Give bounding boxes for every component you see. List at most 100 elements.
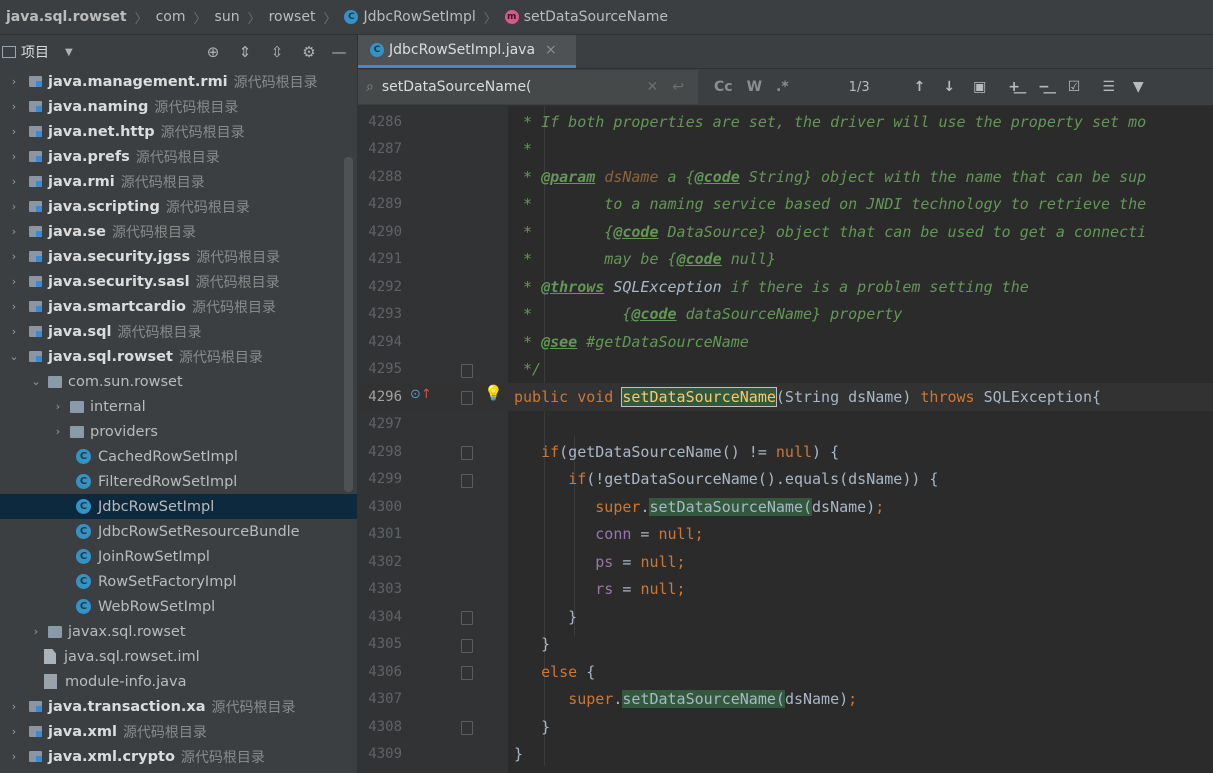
tree-item[interactable]: › java.smartcardio 源代码根目录 <box>0 294 357 319</box>
tree-item[interactable]: › java.security.jgss 源代码根目录 <box>0 244 357 269</box>
chevron-right-icon[interactable]: › <box>30 625 42 638</box>
tree-item[interactable]: C JoinRowSetImpl <box>0 544 357 569</box>
filter-icon[interactable]: ▼ <box>1133 79 1144 95</box>
code-line[interactable]: 4286 * If both properties are set, the d… <box>358 108 1213 136</box>
override-icon[interactable]: ⊙↑ <box>410 387 432 402</box>
find-input[interactable]: ⌕ setDataSourceName( ✕ ↩ <box>358 70 698 104</box>
close-tab-icon[interactable]: × <box>545 42 557 58</box>
code-editor[interactable]: 4286 * If both properties are set, the d… <box>358 106 1213 773</box>
code-line[interactable]: 4288 * @param dsName a {@code String} ob… <box>358 163 1213 191</box>
chevron-right-icon[interactable]: › <box>8 300 20 313</box>
code-line[interactable]: 4287 * <box>358 136 1213 164</box>
new-line-icon[interactable]: ↩ <box>672 79 684 95</box>
tree-item[interactable]: › java.prefs 源代码根目录 <box>0 144 357 169</box>
code-line[interactable]: 4307 super.setDataSourceName(dsName); <box>358 686 1213 714</box>
chevron-right-icon[interactable]: › <box>8 125 20 138</box>
tree-item[interactable]: C WebRowSetImpl <box>0 594 357 619</box>
tree-item[interactable]: ⌄ java.sql.rowset 源代码根目录 <box>0 344 357 369</box>
tree-item[interactable]: java.sql.rowset.iml <box>0 644 357 669</box>
remove-occurrence-icon[interactable]: −͟ <box>1038 79 1050 95</box>
chevron-down-icon[interactable]: ⌄ <box>30 375 42 388</box>
gear-icon[interactable]: ⚙ <box>299 42 319 62</box>
chevron-down-icon[interactable]: ⌄ <box>8 350 20 363</box>
tree-item[interactable]: › java.transaction.xa 源代码根目录 <box>0 694 357 719</box>
words-toggle[interactable]: W <box>747 79 762 95</box>
select-all-occurrences-icon[interactable]: ▣ <box>973 79 986 95</box>
fold-marker-icon[interactable] <box>461 666 473 680</box>
code-line[interactable]: 4301 conn = null; <box>358 521 1213 549</box>
chevron-right-icon[interactable]: › <box>52 425 64 438</box>
tree-item[interactable]: › providers <box>0 419 357 444</box>
clear-icon[interactable]: ✕ <box>647 79 659 95</box>
tree-item[interactable]: C JdbcRowSetImpl <box>0 494 357 519</box>
chevron-right-icon[interactable]: › <box>8 175 20 188</box>
project-tree-scrollbar[interactable] <box>344 157 353 492</box>
code-line[interactable]: 4309} <box>358 741 1213 769</box>
fold-marker-icon[interactable] <box>461 721 473 735</box>
collapse-all-icon[interactable]: ⇳ <box>267 42 287 62</box>
code-line[interactable]: 4299 if(!getDataSourceName().equals(dsNa… <box>358 466 1213 494</box>
code-line[interactable]: 4289 * to a naming service based on JNDI… <box>358 191 1213 219</box>
tree-item[interactable]: › java.se 源代码根目录 <box>0 219 357 244</box>
find-query[interactable]: setDataSourceName( <box>382 79 532 95</box>
tree-item[interactable]: › internal <box>0 394 357 419</box>
project-panel-title[interactable]: 项目 <box>21 42 49 62</box>
breadcrumb-item-method[interactable]: m setDataSourceName <box>504 9 668 25</box>
breadcrumb-item-rowset[interactable]: rowset <box>269 9 316 25</box>
match-case-toggle[interactable]: Cc <box>714 79 733 95</box>
code-line[interactable]: 4297 <box>358 411 1213 439</box>
breadcrumb-item-com[interactable]: com <box>156 9 186 25</box>
tree-item[interactable]: module-info.java <box>0 669 357 694</box>
chevron-right-icon[interactable]: › <box>8 700 20 713</box>
code-line[interactable]: 4298 if(getDataSourceName() != null) { <box>358 438 1213 466</box>
add-occurrence-icon[interactable]: +͟ <box>1008 79 1020 95</box>
code-line[interactable]: 4292 * @throws SQLException if there is … <box>358 273 1213 301</box>
chevron-right-icon[interactable]: › <box>8 250 20 263</box>
breadcrumb-item-class[interactable]: C JdbcRowSetImpl <box>344 9 476 25</box>
chevron-down-icon[interactable]: ▼ <box>65 47 73 58</box>
tree-item[interactable]: › java.xml.crypto 源代码根目录 <box>0 744 357 769</box>
tree-item[interactable]: › java.scripting 源代码根目录 <box>0 194 357 219</box>
code-line[interactable]: 4293 * {@code dataSourceName} property <box>358 301 1213 329</box>
intention-bulb-icon[interactable]: 💡 <box>484 384 503 402</box>
tree-item[interactable]: C CachedRowSetImpl <box>0 444 357 469</box>
code-line[interactable]: 4308 } <box>358 713 1213 741</box>
code-line[interactable]: 4300 super.setDataSourceName(dsName); <box>358 493 1213 521</box>
code-line[interactable]: 4294 * @see #getDataSourceName <box>358 328 1213 356</box>
tree-item[interactable]: › java.rmi 源代码根目录 <box>0 169 357 194</box>
chevron-right-icon[interactable]: › <box>8 225 20 238</box>
breadcrumb-item-module[interactable]: java.sql.rowset <box>0 9 127 25</box>
fold-marker-icon[interactable] <box>461 638 473 653</box>
chevron-right-icon[interactable]: › <box>8 725 20 738</box>
tree-item[interactable]: › java.management.rmi 源代码根目录 <box>0 69 357 94</box>
regex-toggle[interactable]: .* <box>776 79 789 95</box>
chevron-right-icon[interactable]: › <box>8 100 20 113</box>
tree-item[interactable]: C RowSetFactoryImpl <box>0 569 357 594</box>
previous-occurrence-icon[interactable]: ↑ <box>914 79 926 95</box>
code-line[interactable]: 4305 } <box>358 631 1213 659</box>
tree-item[interactable]: › java.security.sasl 源代码根目录 <box>0 269 357 294</box>
tree-item[interactable]: › javax.sql.rowset <box>0 619 357 644</box>
tree-item[interactable]: › java.sql 源代码根目录 <box>0 319 357 344</box>
search-icon[interactable]: ⌕ <box>366 79 374 95</box>
tree-item[interactable]: ⌄ com.sun.rowset <box>0 369 357 394</box>
select-all-checkbox-icon[interactable]: ☑ <box>1068 79 1081 95</box>
tree-item[interactable]: › java.net.http 源代码根目录 <box>0 119 357 144</box>
chevron-right-icon[interactable]: › <box>8 325 20 338</box>
editor-tab[interactable]: C JdbcRowSetImpl.java × <box>358 35 576 68</box>
fold-marker-icon[interactable] <box>461 611 473 625</box>
code-line[interactable]: 4302 ps = null; <box>358 548 1213 576</box>
chevron-right-icon[interactable]: › <box>8 275 20 288</box>
chevron-right-icon[interactable]: › <box>8 150 20 163</box>
expand-all-icon[interactable]: ⇕ <box>235 42 255 62</box>
breadcrumb-item-sun[interactable]: sun <box>215 9 240 25</box>
fold-marker-icon[interactable] <box>461 391 473 405</box>
code-line[interactable]: 4306 else { <box>358 658 1213 686</box>
chevron-right-icon[interactable]: › <box>8 75 20 88</box>
code-line[interactable]: 4291 * may be {@code null} <box>358 246 1213 274</box>
chevron-right-icon[interactable]: › <box>52 400 64 413</box>
code-line[interactable]: 4290 * {@code DataSource} object that ca… <box>358 218 1213 246</box>
fold-marker-icon[interactable] <box>461 473 473 488</box>
tree-item[interactable]: C FilteredRowSetImpl <box>0 469 357 494</box>
tree-item[interactable]: › java.naming 源代码根目录 <box>0 94 357 119</box>
